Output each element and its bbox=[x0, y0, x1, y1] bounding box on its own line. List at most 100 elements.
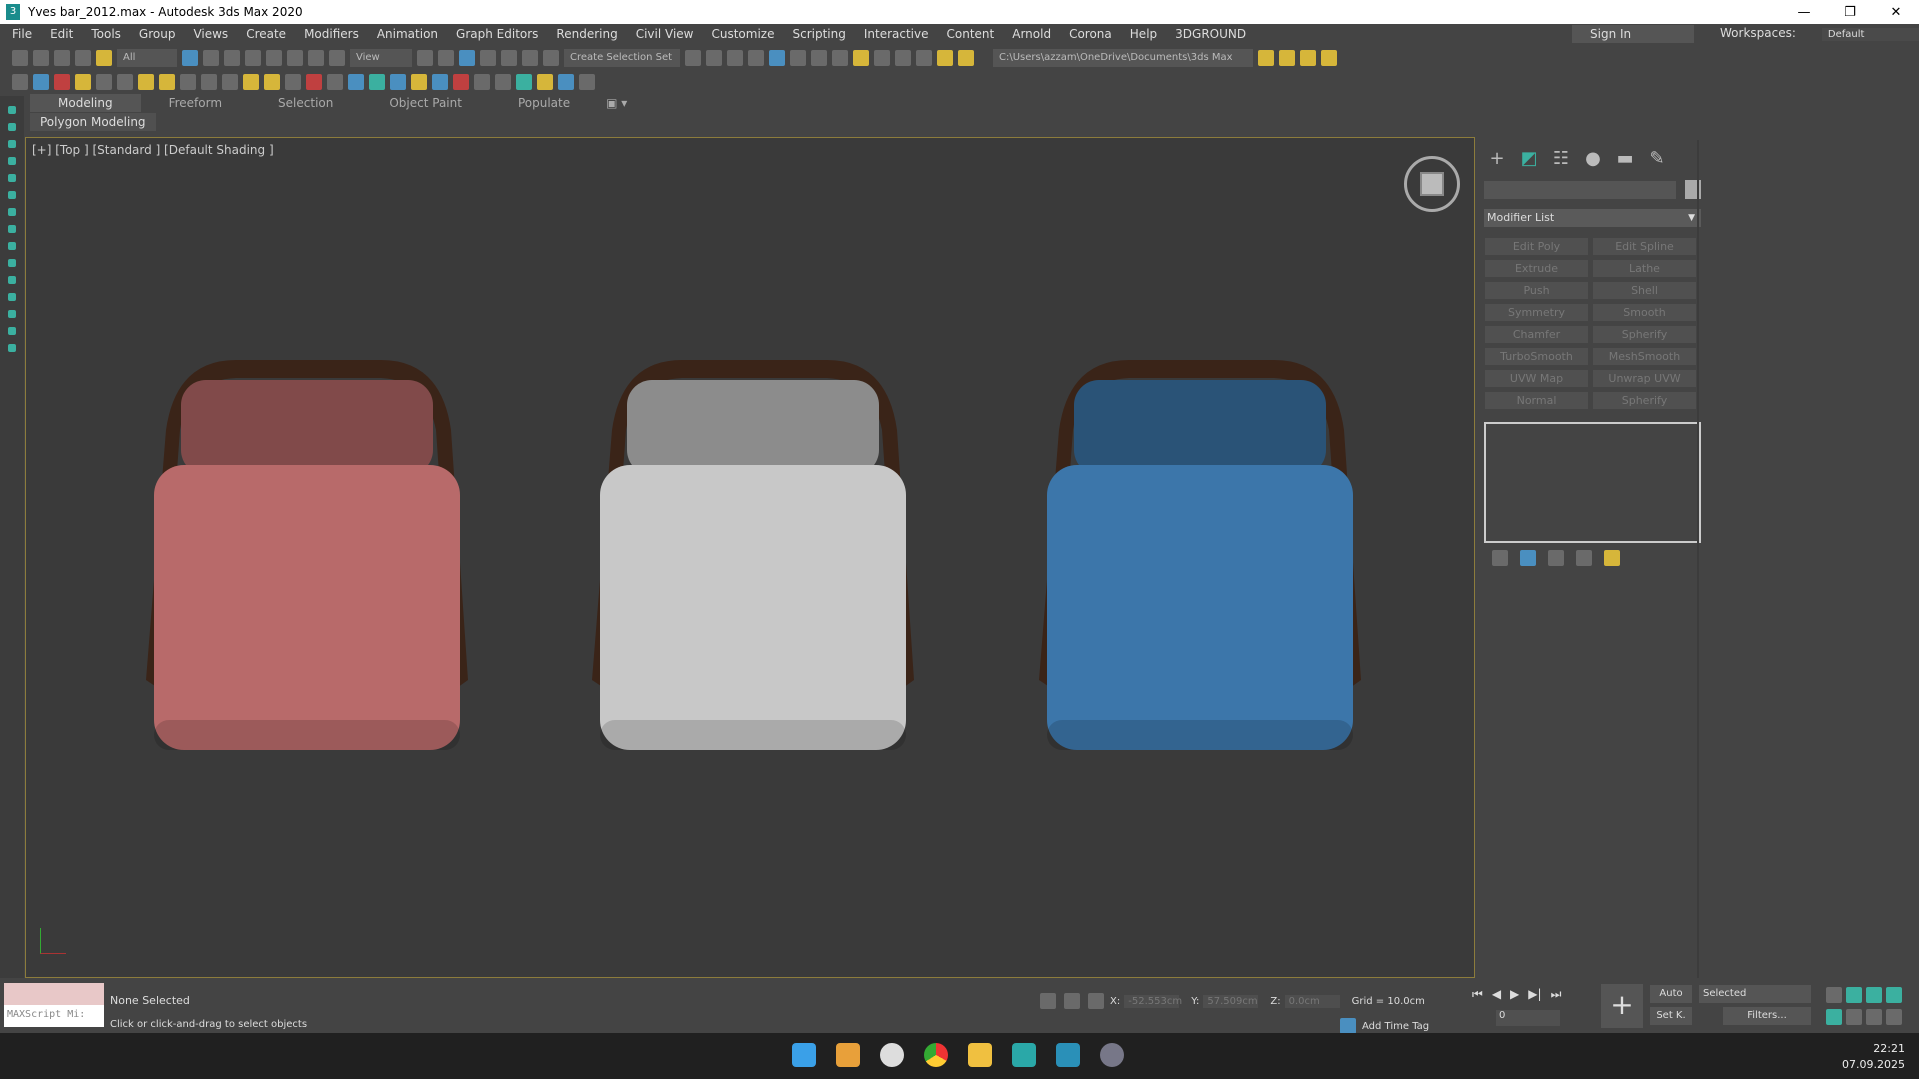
remove-modifier-icon[interactable] bbox=[1576, 550, 1592, 566]
viewport-label[interactable]: [+] [Top ] [Standard ] [Default Shading … bbox=[32, 143, 274, 157]
current-frame-field[interactable]: 0 bbox=[1496, 1010, 1560, 1026]
maxscript-input[interactable]: MAXScript Mi: bbox=[4, 1005, 104, 1027]
project-folder-icon[interactable] bbox=[1300, 50, 1316, 66]
configure-modifier-sets-icon[interactable] bbox=[1604, 550, 1620, 566]
object-name-field[interactable] bbox=[1484, 181, 1676, 199]
previous-frame-icon[interactable]: ◀ bbox=[1492, 987, 1501, 1002]
menu-graph-editors[interactable]: Graph Editors bbox=[456, 27, 538, 41]
menu-create[interactable]: Create bbox=[246, 27, 286, 41]
add-time-tag[interactable]: Add Time Tag bbox=[1340, 1018, 1429, 1034]
modifier-button[interactable]: Lathe bbox=[1593, 260, 1696, 277]
scissors-icon[interactable] bbox=[958, 50, 974, 66]
camera-icon[interactable] bbox=[327, 74, 343, 90]
menu-modifiers[interactable]: Modifiers bbox=[304, 27, 359, 41]
redo-icon[interactable] bbox=[33, 50, 49, 66]
pan-icon[interactable] bbox=[1846, 1009, 1862, 1025]
modifier-button[interactable]: Spherify bbox=[1593, 392, 1696, 409]
proxy-icon[interactable] bbox=[117, 74, 133, 90]
play-icon[interactable]: ▶ bbox=[1510, 987, 1519, 1002]
menu-edit[interactable]: Edit bbox=[50, 27, 73, 41]
white-chair[interactable] bbox=[582, 360, 924, 755]
schematic-view-icon[interactable] bbox=[811, 50, 827, 66]
fur-icon[interactable] bbox=[369, 74, 385, 90]
menu-animation[interactable]: Animation bbox=[377, 27, 438, 41]
tool-icon[interactable] bbox=[8, 242, 16, 250]
undo-icon[interactable] bbox=[12, 50, 28, 66]
unlink-icon[interactable] bbox=[75, 50, 91, 66]
show-end-result-icon[interactable] bbox=[1520, 550, 1536, 566]
next-frame-icon[interactable]: ▶| bbox=[1528, 987, 1541, 1002]
display-icon[interactable]: ▬ bbox=[1614, 148, 1636, 170]
scale-icon[interactable] bbox=[308, 50, 324, 66]
search-icon[interactable] bbox=[880, 1043, 904, 1067]
reference-coordinate-dropdown[interactable]: View bbox=[350, 49, 412, 67]
scatter-icon[interactable] bbox=[285, 74, 301, 90]
tool-icon[interactable] bbox=[8, 293, 16, 301]
menu-group[interactable]: Group bbox=[139, 27, 176, 41]
modifier-button[interactable]: Normal bbox=[1485, 392, 1588, 409]
menu-tools[interactable]: Tools bbox=[91, 27, 121, 41]
start-icon[interactable] bbox=[792, 1043, 816, 1067]
cone-icon[interactable] bbox=[222, 74, 238, 90]
modifier-button[interactable]: Extrude bbox=[1485, 260, 1588, 277]
menu-views[interactable]: Views bbox=[193, 27, 228, 41]
modifier-button[interactable]: Spherify bbox=[1593, 326, 1696, 343]
menu-rendering[interactable]: Rendering bbox=[556, 27, 617, 41]
zoom-all-icon[interactable] bbox=[1846, 987, 1862, 1003]
angle-snap-icon[interactable] bbox=[480, 50, 496, 66]
absolute-mode-icon[interactable] bbox=[1088, 993, 1104, 1009]
modifier-button[interactable]: Edit Poly bbox=[1485, 238, 1588, 255]
checker-icon[interactable] bbox=[579, 74, 595, 90]
tool-icon[interactable] bbox=[8, 208, 16, 216]
close-button[interactable]: ✕ bbox=[1873, 5, 1919, 20]
tab-object-paint[interactable]: Object Paint bbox=[361, 94, 490, 112]
x-field[interactable]: -52.553cm bbox=[1124, 994, 1182, 1008]
3ds-max-batch-icon[interactable] bbox=[1056, 1043, 1080, 1067]
environment-icon[interactable] bbox=[390, 74, 406, 90]
menu-civil-view[interactable]: Civil View bbox=[636, 27, 694, 41]
modifier-button[interactable]: UVW Map bbox=[1485, 370, 1588, 387]
tool-icon[interactable] bbox=[8, 157, 16, 165]
set-key-button[interactable]: Set K. bbox=[1650, 1007, 1692, 1025]
go-to-end-icon[interactable]: ⏭ bbox=[1551, 987, 1562, 1002]
snap-toggle-icon[interactable] bbox=[459, 50, 475, 66]
field-of-view-icon[interactable] bbox=[1826, 1009, 1842, 1025]
maxscript-listener-mini[interactable] bbox=[4, 983, 104, 1005]
project-new-icon[interactable] bbox=[1279, 50, 1295, 66]
teapot-icon[interactable] bbox=[12, 74, 28, 90]
pivot-icon[interactable] bbox=[417, 50, 433, 66]
project-open-icon[interactable] bbox=[1258, 50, 1274, 66]
curve-editor-icon[interactable] bbox=[790, 50, 806, 66]
modifier-button[interactable]: Unwrap UVW bbox=[1593, 370, 1696, 387]
sign-in-button[interactable]: Sign In bbox=[1572, 25, 1694, 43]
tool-icon[interactable] bbox=[8, 259, 16, 267]
keyboard-shortcut-icon[interactable] bbox=[438, 50, 454, 66]
modifier-list-dropdown[interactable]: Modifier List ▼ bbox=[1484, 209, 1701, 227]
rotate-icon[interactable] bbox=[287, 50, 303, 66]
modifier-button[interactable]: Shell bbox=[1593, 282, 1696, 299]
pin-stack-icon[interactable] bbox=[1492, 550, 1508, 566]
set-key-big-button[interactable]: + bbox=[1601, 984, 1643, 1028]
auto-key-button[interactable]: Auto bbox=[1650, 985, 1692, 1003]
modifier-button[interactable]: TurboSmooth bbox=[1485, 348, 1588, 365]
menu-interactive[interactable]: Interactive bbox=[864, 27, 929, 41]
rectangular-selection-icon[interactable] bbox=[224, 50, 240, 66]
system-clock[interactable]: 22:21 07.09.2025 bbox=[1842, 1041, 1905, 1073]
help-icon[interactable] bbox=[495, 74, 511, 90]
tool-icon[interactable] bbox=[8, 191, 16, 199]
project-settings-icon[interactable] bbox=[1321, 50, 1337, 66]
multimap-icon[interactable] bbox=[411, 74, 427, 90]
modifier-button[interactable]: Edit Spline bbox=[1593, 238, 1696, 255]
chrome-icon[interactable] bbox=[924, 1043, 948, 1067]
tool-icon[interactable] bbox=[8, 174, 16, 182]
tool-icon[interactable] bbox=[8, 123, 16, 131]
bulb-icon[interactable] bbox=[537, 74, 553, 90]
modifier-button[interactable]: Symmetry bbox=[1485, 304, 1588, 321]
tab-modeling[interactable]: Modeling bbox=[30, 94, 141, 112]
rb-icon[interactable] bbox=[558, 74, 574, 90]
tool-icon[interactable] bbox=[8, 344, 16, 352]
tab-populate[interactable]: Populate bbox=[490, 94, 598, 112]
menu-help[interactable]: Help bbox=[1130, 27, 1157, 41]
tab-freeform[interactable]: Freeform bbox=[141, 94, 250, 112]
project-path-dropdown[interactable]: C:\Users\azzam\OneDrive\Documents\3ds Ma… bbox=[993, 49, 1253, 81]
